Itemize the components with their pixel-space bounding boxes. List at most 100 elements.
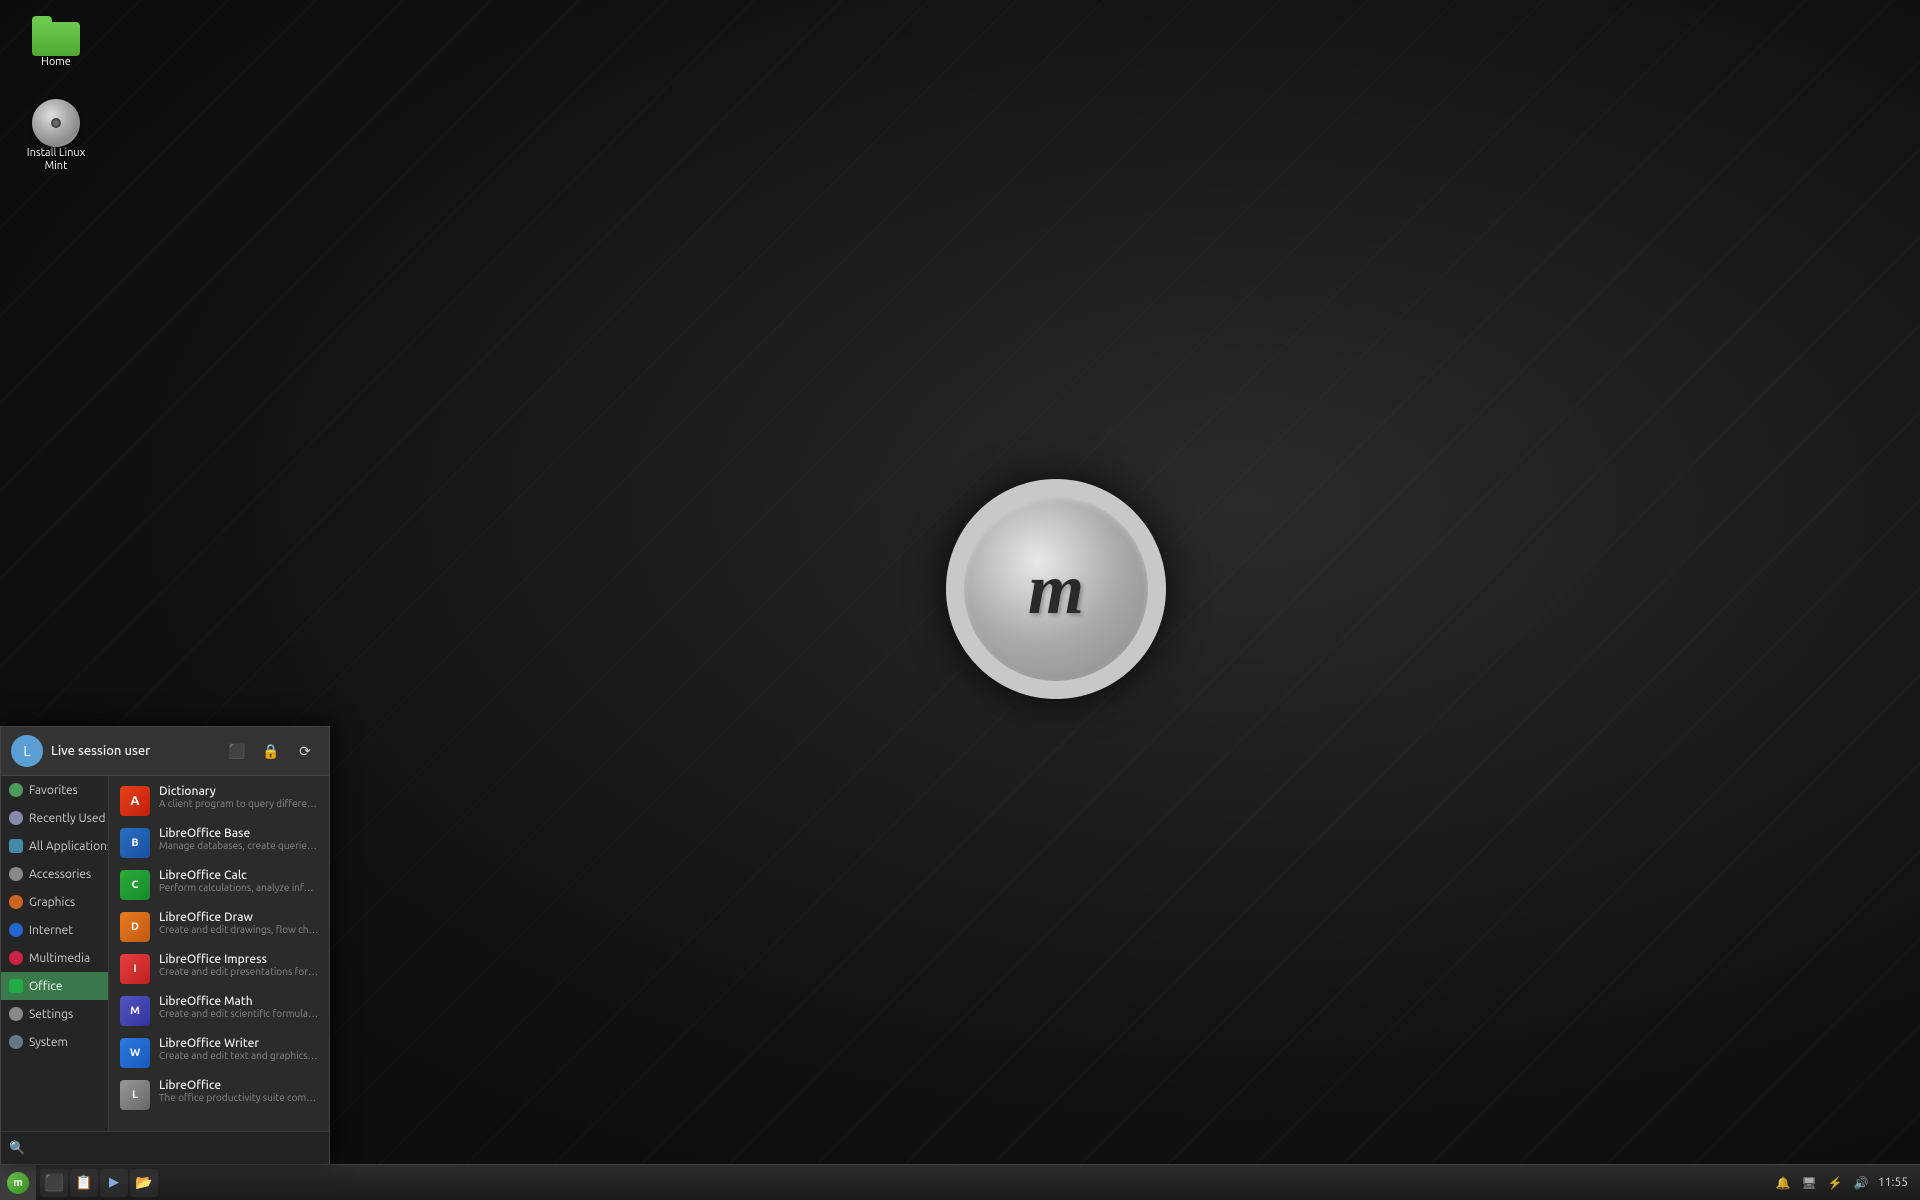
desktop-icon-install[interactable]: Install LinuxMint xyxy=(16,95,96,177)
screen-icon[interactable]: 🖥 xyxy=(1800,1174,1818,1192)
header-icons: ⬛ 🔒 ⟳ xyxy=(223,737,319,765)
app-item-math[interactable]: M LibreOffice Math Create and edit scien… xyxy=(109,990,329,1032)
office-icon xyxy=(9,979,23,993)
taskbar-btn-manager[interactable]: 📋 xyxy=(70,1169,98,1197)
lo-text: LibreOffice The office productivity suit… xyxy=(159,1079,319,1103)
speaker-icon: 🔊 xyxy=(1853,1176,1868,1190)
volume-icon[interactable]: 🔊 xyxy=(1852,1174,1870,1192)
writer-icon-letter: W xyxy=(130,1047,140,1059)
dict-icon-letter: A xyxy=(130,794,139,808)
sidebar-item-settings[interactable]: Settings xyxy=(1,1000,108,1028)
start-menu: L Live session user ⬛ 🔒 ⟳ xyxy=(0,726,330,1164)
calc-icon-letter: C xyxy=(131,879,138,891)
draw-icon-container: D xyxy=(119,911,151,943)
dict-text: Dictionary A client program to query dif… xyxy=(159,785,319,809)
restart-button[interactable]: ⟳ xyxy=(291,737,319,765)
power-icon[interactable]: ⚡ xyxy=(1826,1174,1844,1192)
impress-icon-container: I xyxy=(119,953,151,985)
start-button[interactable]: m xyxy=(0,1165,36,1200)
base-text: LibreOffice Base Manage databases, creat… xyxy=(159,827,319,851)
impress-icon: I xyxy=(120,954,150,984)
sidebar-item-office[interactable]: Office xyxy=(1,972,108,1000)
draw-desc: Create and edit drawings, flow charts an… xyxy=(159,924,319,935)
sidebar-item-recently-used[interactable]: Recently Used xyxy=(1,804,108,832)
dict-icon: A xyxy=(120,786,150,816)
search-input[interactable] xyxy=(31,1136,321,1160)
files-icon: ⬛ xyxy=(228,743,245,760)
browser-btn-icon: 📂 xyxy=(135,1174,152,1191)
graphics-label: Graphics xyxy=(29,896,75,909)
writer-icon-container: W xyxy=(119,1037,151,1069)
calc-desc: Perform calculations, analyze informatio… xyxy=(159,882,319,893)
settings-icon xyxy=(9,1007,23,1021)
mint-logo-ring: m xyxy=(946,479,1166,699)
app-item-impress[interactable]: I LibreOffice Impress Create and edit pr… xyxy=(109,948,329,990)
base-icon: B xyxy=(120,828,150,858)
sidebar-item-internet[interactable]: Internet xyxy=(1,916,108,944)
calc-icon: C xyxy=(120,870,150,900)
app-item-writer[interactable]: W LibreOffice Writer Create and edit tex… xyxy=(109,1032,329,1074)
menu-search-bar: 🔍 xyxy=(1,1131,329,1164)
app-item-calc[interactable]: C LibreOffice Calc Perform calculations,… xyxy=(109,864,329,906)
sidebar-item-system[interactable]: System xyxy=(1,1028,108,1056)
writer-desc: Create and edit text and graphics in let… xyxy=(159,1050,319,1061)
lock-button[interactable]: 🔒 xyxy=(257,737,285,765)
search-icon: 🔍 xyxy=(9,1141,25,1156)
lo-icon: L xyxy=(120,1080,150,1110)
sidebar-item-graphics[interactable]: Graphics xyxy=(1,888,108,916)
all-applications-label: All Applications xyxy=(29,840,109,853)
math-text: LibreOffice Math Create and edit scienti… xyxy=(159,995,319,1019)
calc-text: LibreOffice Calc Perform calculations, a… xyxy=(159,869,319,893)
sidebar-item-accessories[interactable]: Accessories xyxy=(1,860,108,888)
menu-body: Favorites Recently Used All Applications… xyxy=(1,776,329,1131)
home-folder-icon xyxy=(32,16,80,56)
draw-text: LibreOffice Draw Create and edit drawing… xyxy=(159,911,319,935)
clock: 11:55 xyxy=(1878,1176,1908,1189)
internet-label: Internet xyxy=(29,924,73,937)
app-item-libreoffice[interactable]: L LibreOffice The office productivity su… xyxy=(109,1074,329,1116)
sidebar-item-all-applications[interactable]: All Applications xyxy=(1,832,108,860)
desktop: m Home Install LinuxMint L Live session … xyxy=(0,0,1920,1200)
taskbar-app-buttons: ⬛ 📋 ▶ 📂 xyxy=(36,1165,162,1200)
favorites-label: Favorites xyxy=(29,784,78,797)
disc-hole xyxy=(51,118,61,128)
recently-used-icon xyxy=(9,811,23,825)
taskbar-btn-terminal[interactable]: ▶ xyxy=(100,1169,128,1197)
lock-icon: 🔒 xyxy=(262,743,279,760)
base-desc: Manage databases, create queries and r..… xyxy=(159,840,319,851)
writer-name: LibreOffice Writer xyxy=(159,1037,319,1050)
sidebar-item-favorites[interactable]: Favorites xyxy=(1,776,108,804)
folder-body xyxy=(32,22,80,56)
writer-icon: W xyxy=(120,1038,150,1068)
draw-icon: D xyxy=(120,912,150,942)
internet-icon xyxy=(9,923,23,937)
writer-text: LibreOffice Writer Create and edit text … xyxy=(159,1037,319,1061)
app-item-dictionary[interactable]: A Dictionary A client program to query d… xyxy=(109,780,329,822)
mint-start-logo: m xyxy=(7,1172,29,1194)
bolt-icon: ⚡ xyxy=(1827,1176,1842,1190)
desktop-icon-home[interactable]: Home xyxy=(16,12,96,73)
graphics-icon xyxy=(9,895,23,909)
sidebar-item-multimedia[interactable]: Multimedia xyxy=(1,944,108,972)
impress-name: LibreOffice Impress xyxy=(159,953,319,966)
taskbar-btn-files[interactable]: ⬛ xyxy=(40,1169,68,1197)
base-icon-letter: B xyxy=(131,837,138,849)
taskbar-btn-browser[interactable]: 📂 xyxy=(130,1169,158,1197)
settings-label: Settings xyxy=(29,1008,73,1021)
lo-name: LibreOffice xyxy=(159,1079,319,1092)
avatar-letter: L xyxy=(23,743,30,759)
files-button[interactable]: ⬛ xyxy=(223,737,251,765)
calc-name: LibreOffice Calc xyxy=(159,869,319,882)
menu-sidebar: Favorites Recently Used All Applications… xyxy=(1,776,109,1131)
math-icon-letter: M xyxy=(130,1005,140,1017)
app-item-base[interactable]: B LibreOffice Base Manage databases, cre… xyxy=(109,822,329,864)
user-name: Live session user xyxy=(51,744,215,758)
multimedia-label: Multimedia xyxy=(29,952,90,965)
system-icon xyxy=(9,1035,23,1049)
system-label: System xyxy=(29,1036,68,1049)
app-item-draw[interactable]: D LibreOffice Draw Create and edit drawi… xyxy=(109,906,329,948)
disc-icon xyxy=(32,99,80,147)
bell-icon: 🔔 xyxy=(1775,1176,1790,1190)
notification-icon[interactable]: 🔔 xyxy=(1774,1174,1792,1192)
dict-icon-container: A xyxy=(119,785,151,817)
